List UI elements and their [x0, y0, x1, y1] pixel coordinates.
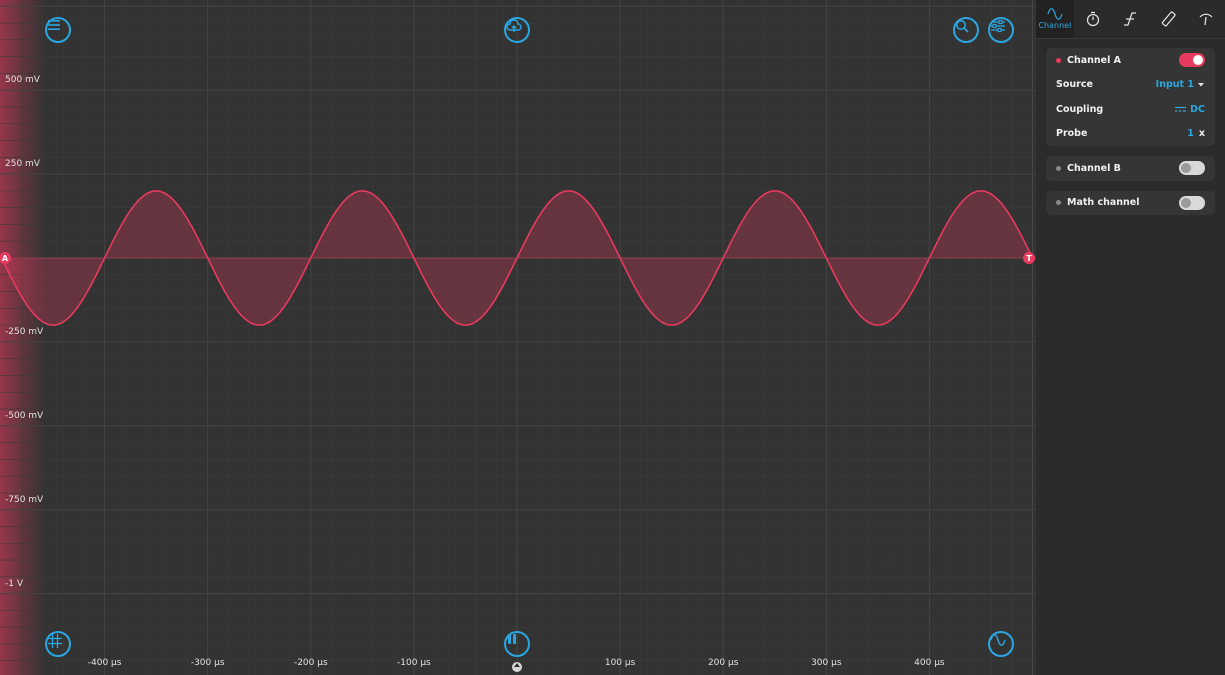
- probe-unit: x: [1198, 128, 1205, 140]
- coupling-row: Coupling DC: [1056, 97, 1205, 122]
- channel-marker-label: A: [2, 254, 9, 263]
- menu-icon: [48, 20, 60, 30]
- source-label: Source: [1056, 79, 1093, 91]
- channel-b-header: Channel B: [1056, 156, 1205, 181]
- tab-channel-label: Channel: [1038, 21, 1072, 30]
- settings-button[interactable]: [988, 17, 1014, 43]
- coupling-label: Coupling: [1056, 103, 1104, 115]
- cloud-upload-button[interactable]: [504, 17, 530, 43]
- x-tick-label: 200 µs: [707, 658, 739, 668]
- oscilloscope-display[interactable]: A T 500 mV 250 mV -250 mV -500 mV -750 mV -1 …: [0, 0, 1036, 675]
- grid: [0, 0, 1036, 675]
- probe-select[interactable]: 1 x: [1187, 128, 1205, 139]
- tab-channel[interactable]: Channel: [1036, 0, 1074, 38]
- x-tick-label: -300 µs: [190, 658, 225, 668]
- math-channel-card: Math channel: [1046, 190, 1215, 216]
- waveform-icon: [990, 634, 1006, 646]
- x-tick-label: 400 µs: [914, 658, 945, 668]
- trigger-edge-icon: [1124, 12, 1137, 26]
- y-tick-label: 250 mV: [5, 159, 40, 170]
- sliders-icon: [991, 19, 1005, 33]
- y-tick-label: -750 mV: [5, 494, 44, 505]
- menu-button[interactable]: [45, 17, 71, 43]
- channel-b-color-dot: [1056, 165, 1061, 171]
- channel-a-header: Channel A: [1056, 48, 1205, 73]
- tab-timebase[interactable]: [1074, 0, 1112, 38]
- grid-toggle-button[interactable]: [45, 631, 71, 657]
- source-select[interactable]: Input 1: [1156, 79, 1205, 90]
- dc-coupling-icon: [1175, 106, 1187, 112]
- zoom-button[interactable]: [953, 17, 979, 43]
- y-tick-label: -250 mV: [5, 326, 44, 337]
- stopwatch-icon: [1086, 11, 1099, 27]
- sine-wave-icon: [1047, 8, 1063, 20]
- grid-icon: [48, 634, 62, 648]
- source-value: Input 1: [1155, 79, 1194, 91]
- trigger-marker[interactable]: T: [1023, 252, 1035, 264]
- tab-probe[interactable]: [1187, 0, 1225, 38]
- cloud-upload-icon: [506, 19, 522, 32]
- channel-b-toggle[interactable]: [1179, 161, 1205, 176]
- channel-b-title: Channel B: [1067, 162, 1121, 174]
- x-tick-label: -100 µs: [397, 658, 431, 668]
- y-tick-label: -500 mV: [5, 410, 44, 421]
- y-tick-label: 500 mV: [5, 75, 40, 86]
- trigger-marker-label: T: [1026, 254, 1032, 263]
- channel-b-card: Channel B: [1046, 156, 1215, 181]
- math-channel-toggle[interactable]: [1179, 195, 1205, 210]
- probe-value: 1: [1187, 128, 1194, 140]
- channel-a-card: Channel A Source Input 1 Coupling DC Pro…: [1046, 48, 1215, 146]
- math-channel-color-dot: [1056, 200, 1061, 206]
- tab-measurements[interactable]: [1149, 0, 1187, 38]
- x-tick-label: -200 µs: [293, 658, 328, 668]
- pause-icon: [508, 634, 516, 644]
- sidebar-tabs: Channel: [1036, 0, 1225, 39]
- math-channel-header: Math channel: [1056, 191, 1205, 216]
- search-icon: [956, 20, 969, 33]
- y-tick-label: -1 V: [5, 578, 23, 589]
- math-channel-title: Math channel: [1067, 197, 1140, 209]
- probe-icon: [1199, 13, 1213, 26]
- x-tick-label: 100 µs: [604, 658, 636, 668]
- tab-trigger[interactable]: [1112, 0, 1150, 38]
- channel-a-toggle[interactable]: [1179, 53, 1205, 68]
- coupling-value: DC: [1190, 103, 1205, 115]
- settings-sidebar: Channel Channel A Source Input 1 Couplin…: [1036, 0, 1225, 675]
- coupling-select[interactable]: DC: [1175, 104, 1205, 115]
- source-row: Source Input 1: [1056, 73, 1205, 98]
- plot-area[interactable]: A T: [0, 0, 1036, 675]
- x-tick-label: -400 µs: [87, 658, 122, 668]
- chevron-down-icon: [1198, 82, 1204, 87]
- waveform-button[interactable]: [988, 631, 1014, 657]
- x-tick-label: 300 µs: [811, 658, 842, 668]
- pause-button[interactable]: [504, 631, 530, 657]
- channel-a-color-dot: [1056, 57, 1061, 63]
- channel-a-title: Channel A: [1067, 54, 1122, 66]
- time-origin-marker[interactable]: [512, 662, 522, 672]
- ruler-icon: [1162, 11, 1176, 27]
- probe-row: Probe 1 x: [1056, 122, 1205, 147]
- probe-label: Probe: [1056, 128, 1088, 140]
